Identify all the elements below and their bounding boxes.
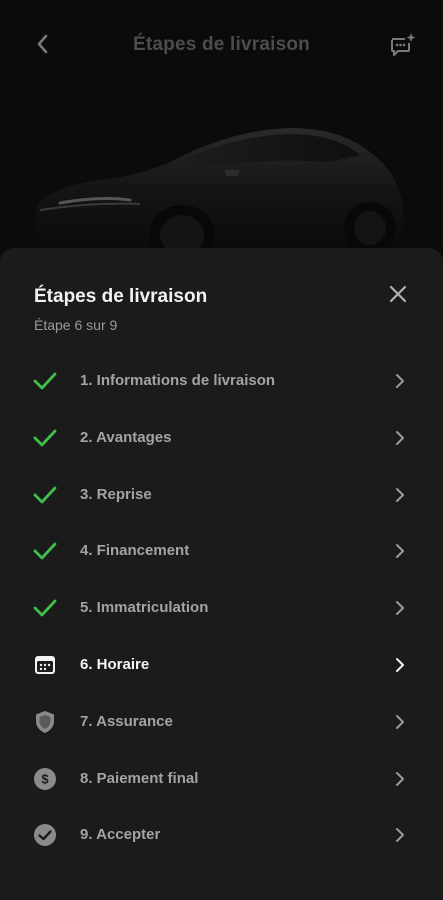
chevron-right-icon: [392, 486, 408, 504]
step-label: 3. Reprise: [80, 485, 152, 503]
step-label: 9. Accepter: [80, 826, 161, 844]
chevron-right-icon: [392, 542, 408, 560]
vehicle-image: [0, 100, 443, 260]
delivery-steps-sheet: Étapes de livraison Étape 6 sur 9 1. Inf…: [0, 248, 443, 900]
dollar-icon: $: [33, 767, 57, 791]
check-icon: [33, 539, 57, 563]
steps-list: 1. Informations de livraison 2. Avantage…: [0, 353, 443, 864]
step-item-reprise[interactable]: 3. Reprise: [0, 467, 443, 524]
check-circle-icon: [33, 823, 57, 847]
chat-sparkle-icon: [389, 32, 417, 63]
step-item-assurance[interactable]: 7. Assurance: [0, 694, 443, 751]
calendar-icon: [33, 653, 57, 677]
check-icon: [33, 596, 57, 620]
chevron-right-icon: [392, 656, 408, 674]
header-title: Étapes de livraison: [133, 34, 310, 55]
sheet-title: Étapes de livraison: [34, 286, 208, 307]
chevron-right-icon: [392, 429, 408, 447]
step-item-accepter[interactable]: 9. Accepter: [0, 807, 443, 864]
step-label: 4. Financement: [80, 542, 190, 560]
chevron-right-icon: [392, 713, 408, 731]
check-icon: [33, 369, 57, 393]
chevron-right-icon: [392, 770, 408, 788]
chevron-right-icon: [392, 826, 408, 844]
step-label: 8. Paiement final: [80, 769, 199, 787]
check-icon: [33, 426, 57, 450]
close-icon: [389, 285, 407, 308]
top-bar: Étapes de livraison: [0, 0, 443, 92]
step-item-avantages[interactable]: 2. Avantages: [0, 410, 443, 467]
svg-text:$: $: [41, 771, 49, 786]
step-progress-text: Étape 6 sur 9: [34, 317, 118, 333]
step-label: 1. Informations de livraison: [80, 372, 276, 389]
close-button[interactable]: [384, 282, 412, 310]
step-label: 6. Horaire: [80, 655, 150, 673]
step-item-financement[interactable]: 4. Financement: [0, 523, 443, 580]
step-item-immatriculation[interactable]: 5. Immatriculation: [0, 580, 443, 637]
step-item-paiement-final[interactable]: $ 8. Paiement final: [0, 751, 443, 808]
check-icon: [33, 483, 57, 507]
step-label: 7. Assurance: [80, 712, 173, 730]
step-label: 5. Immatriculation: [80, 599, 209, 617]
step-label: 2. Avantages: [80, 428, 172, 446]
step-item-informations-livraison[interactable]: 1. Informations de livraison: [0, 353, 443, 410]
shield-icon: [33, 710, 57, 734]
chat-button[interactable]: [388, 32, 418, 63]
chevron-right-icon: [392, 599, 408, 617]
step-item-horaire[interactable]: 6. Horaire: [0, 637, 443, 694]
chevron-right-icon: [392, 372, 408, 390]
